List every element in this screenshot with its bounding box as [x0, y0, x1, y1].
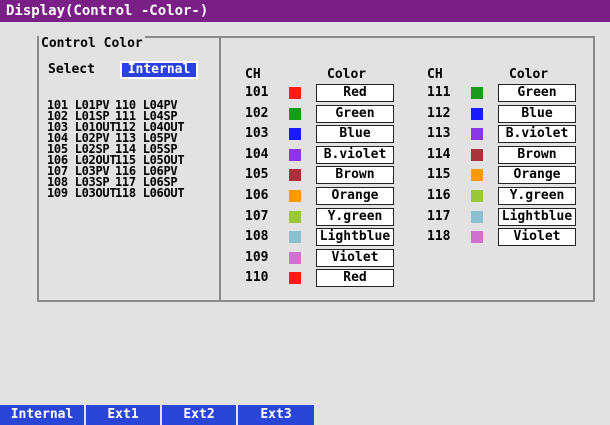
- color-header-right: Color: [509, 67, 549, 82]
- channel-row-115: 115 Orange: [427, 166, 587, 185]
- channel-row-113: 113 B.violet: [427, 125, 587, 144]
- select-label: Select: [48, 62, 95, 77]
- color-swatch: [289, 190, 301, 202]
- channel-row-117: 117 Lightblue: [427, 207, 587, 227]
- color-select[interactable]: Orange: [316, 187, 394, 205]
- channel-number: 114: [427, 146, 451, 162]
- channel-number: 113: [427, 126, 451, 142]
- channel-number: 102: [245, 105, 269, 121]
- color-swatch: [289, 251, 301, 264]
- channel-number: 116: [427, 188, 451, 203]
- tag-item: 109 L03OUT: [47, 186, 117, 200]
- color-swatch: [471, 190, 483, 202]
- channel-row-102: 102 Green: [245, 104, 405, 124]
- panel-divider: [219, 36, 221, 302]
- color-select[interactable]: Green: [498, 84, 576, 102]
- color-swatch: [289, 210, 301, 223]
- channel-number: 103: [245, 126, 269, 142]
- channel-row-101: 101 Red: [245, 84, 405, 103]
- color-select[interactable]: Red: [316, 269, 394, 288]
- tag-list: 101 L01PV 110 L04PV 102 L01SP 111 L04SP 103 …: [47, 99, 185, 200]
- window-title: Display(Control -Color-): [0, 0, 610, 22]
- channel-row-118: 118 Violet: [427, 228, 587, 247]
- color-select[interactable]: Y.green: [316, 207, 394, 226]
- channel-row-111: 111 Green: [427, 84, 587, 103]
- color-swatch: [289, 272, 301, 285]
- color-swatch: [471, 107, 483, 120]
- tag-row: 109 L03OUT 118 L06OUT: [47, 186, 185, 200]
- softkey-ext3[interactable]: Ext3: [238, 405, 316, 425]
- color-swatch: [289, 107, 301, 120]
- softkey-ext1[interactable]: Ext1: [86, 405, 162, 425]
- color-header-left: Color: [327, 67, 367, 82]
- channel-number: 108: [245, 229, 269, 245]
- color-swatch: [471, 148, 483, 161]
- softkey-internal[interactable]: Internal: [0, 405, 86, 425]
- color-select[interactable]: Orange: [498, 166, 576, 185]
- channel-row-110: 110 Red: [245, 269, 405, 288]
- color-select[interactable]: Brown: [498, 145, 576, 164]
- color-select[interactable]: Red: [316, 84, 394, 102]
- channel-row-116: 116 Y.green: [427, 187, 587, 206]
- channel-number: 101: [245, 85, 269, 100]
- color-select[interactable]: Violet: [498, 228, 576, 247]
- channel-row-112: 112 Blue: [427, 104, 587, 124]
- color-swatch: [289, 169, 301, 182]
- softkey-bar: Internal Ext1 Ext2 Ext3: [0, 405, 610, 425]
- channel-number: 104: [245, 146, 269, 162]
- channel-row-103: 103 Blue: [245, 125, 405, 144]
- channel-row-109: 109 Violet: [245, 248, 405, 268]
- channel-row-107: 107 Y.green: [245, 207, 405, 227]
- color-select[interactable]: Green: [316, 104, 394, 123]
- color-select[interactable]: Blue: [316, 125, 394, 144]
- channel-number: 105: [245, 167, 269, 183]
- tag-item: 118 L06OUT: [115, 186, 185, 200]
- channel-number: 111: [427, 85, 451, 100]
- color-select[interactable]: Y.green: [498, 187, 576, 205]
- channel-row-108: 108 Lightblue: [245, 228, 405, 247]
- color-swatch: [471, 87, 483, 99]
- color-select[interactable]: Brown: [316, 166, 394, 185]
- color-select[interactable]: Lightblue: [316, 228, 394, 247]
- channel-number: 117: [427, 208, 451, 224]
- color-select[interactable]: B.violet: [316, 145, 394, 164]
- color-swatch: [289, 128, 301, 141]
- softkey-ext2[interactable]: Ext2: [162, 405, 238, 425]
- color-select[interactable]: Blue: [498, 104, 576, 123]
- channel-row-104: 104 B.violet: [245, 145, 405, 165]
- channel-number: 110: [245, 270, 269, 286]
- color-swatch: [289, 231, 301, 244]
- channel-row-105: 105 Brown: [245, 166, 405, 185]
- color-swatch: [471, 169, 483, 182]
- ch-header-left: CH: [245, 67, 261, 82]
- color-select[interactable]: Violet: [316, 248, 394, 267]
- select-dropdown[interactable]: Internal: [120, 61, 198, 79]
- channel-number: 106: [245, 188, 269, 203]
- channel-number: 112: [427, 105, 451, 121]
- section-label: Control Color: [39, 36, 145, 52]
- ch-header-right: CH: [427, 67, 443, 82]
- color-swatch: [471, 231, 483, 244]
- channel-row-106: 106 Orange: [245, 187, 405, 206]
- color-select[interactable]: Lightblue: [498, 207, 576, 226]
- channel-number: 118: [427, 229, 451, 245]
- color-select[interactable]: B.violet: [498, 125, 576, 144]
- channel-number: 115: [427, 167, 451, 183]
- color-swatch: [289, 148, 301, 161]
- channel-number: 109: [245, 249, 269, 265]
- color-swatch: [471, 210, 483, 223]
- color-swatch: [289, 87, 301, 99]
- channel-number: 107: [245, 208, 269, 224]
- color-swatch: [471, 128, 483, 141]
- channel-row-114: 114 Brown: [427, 145, 587, 165]
